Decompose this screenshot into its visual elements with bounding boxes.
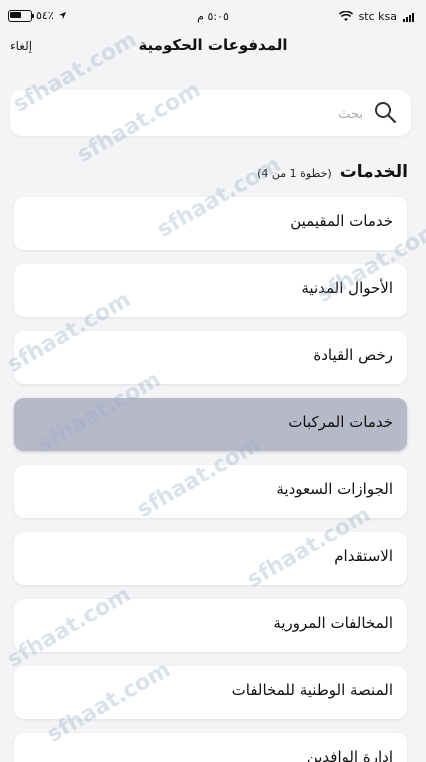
service-item-label: الاستقدام: [334, 547, 393, 565]
service-item-traffic-violations[interactable]: المخالفات المرورية: [14, 599, 407, 652]
battery-percent: ٥٤٪: [36, 9, 54, 22]
status-time: ٥:٠٥ م: [197, 10, 229, 23]
service-item-civil-affairs[interactable]: الأحوال المدنية: [14, 264, 407, 317]
service-item-passports[interactable]: الجوازات السعودية: [14, 465, 407, 518]
status-carrier-group: stc ksa: [338, 10, 414, 23]
signal-icon: [403, 12, 414, 22]
battery-fill: [10, 11, 21, 18]
search-input[interactable]: [31, 98, 365, 130]
service-item-label: خدمات المقيمين: [290, 212, 393, 230]
section-title: الخدمات: [339, 162, 408, 182]
service-item-label: رخص القيادة: [313, 346, 393, 364]
service-item-vehicles[interactable]: خدمات المركبات: [14, 398, 407, 451]
service-item-driving-licenses[interactable]: رخص القيادة: [14, 331, 407, 384]
section-header: الخدمات (خطوة 1 من 4): [257, 162, 408, 182]
cancel-button[interactable]: إلغاء: [10, 39, 32, 53]
search-bar[interactable]: [10, 90, 411, 136]
service-item-label: إدارة الوافدين: [306, 748, 393, 762]
service-item-residents[interactable]: خدمات المقيمين: [14, 197, 407, 250]
service-item-expatriates[interactable]: إدارة الوافدين: [14, 733, 407, 762]
status-battery-group: ٥٤٪: [8, 9, 67, 22]
service-item-label: المنصة الوطنية للمخالفات: [231, 681, 393, 699]
battery-icon: [8, 9, 34, 22]
search-icon[interactable]: [373, 100, 399, 126]
step-indicator: (خطوة 1 من 4): [257, 167, 332, 180]
status-bar: stc ksa ٥:٠٥ م ٥٤٪: [0, 0, 426, 34]
service-item-label: خدمات المركبات: [288, 413, 393, 431]
location-arrow-icon: [58, 11, 66, 20]
service-item-label: الجوازات السعودية: [276, 480, 393, 498]
service-item-label: المخالفات المرورية: [273, 614, 393, 632]
app-screen: stc ksa ٥:٠٥ م ٥٤٪ المدفوعات الحكومية إل…: [0, 0, 426, 762]
service-list: خدمات المقيمين الأحوال المدنية رخص القيا…: [14, 197, 407, 762]
service-item-label: الأحوال المدنية: [301, 279, 393, 297]
wifi-icon: [338, 11, 353, 21]
carrier-name: stc ksa: [358, 10, 397, 23]
page-title: المدفوعات الحكومية: [138, 36, 288, 54]
service-item-national-violations-platform[interactable]: المنصة الوطنية للمخالفات: [14, 666, 407, 719]
service-item-recruitment[interactable]: الاستقدام: [14, 532, 407, 585]
